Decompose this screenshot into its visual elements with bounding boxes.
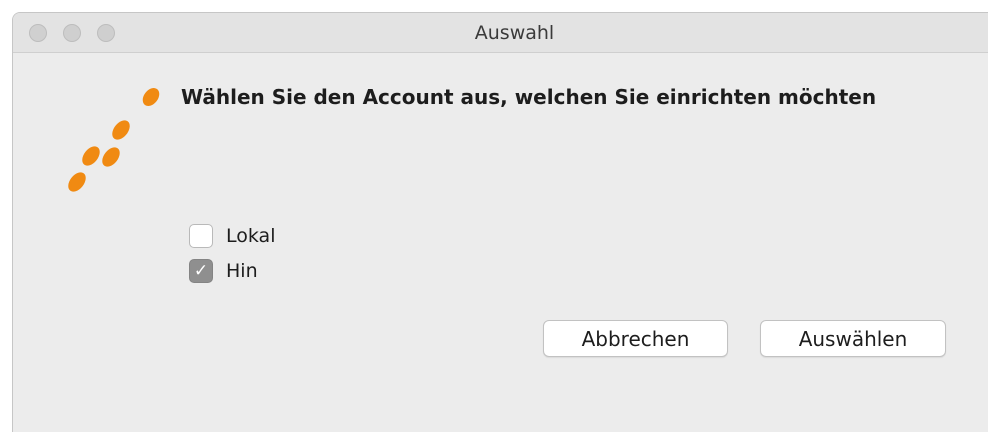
checkmark-icon: ✓ xyxy=(193,260,209,281)
option-label-hin: Hin xyxy=(226,260,258,282)
app-logo-icon xyxy=(68,88,160,192)
dialog-message: Wählen Sie den Account aus, welchen Sie … xyxy=(181,85,877,109)
option-hin[interactable]: ✓ Hin xyxy=(189,259,258,283)
option-lokal[interactable]: Lokal xyxy=(189,224,275,248)
title-bar[interactable]: Auswahl xyxy=(13,13,988,53)
hin-checkbox[interactable]: ✓ xyxy=(189,259,213,283)
option-label-lokal: Lokal xyxy=(226,225,276,247)
cancel-button[interactable]: Abbrechen xyxy=(543,320,728,357)
dialog-window: Auswahl Wählen Sie den Account aus, welc… xyxy=(12,12,988,432)
select-button[interactable]: Auswählen xyxy=(760,320,946,357)
window-title: Auswahl xyxy=(474,22,555,44)
lokal-checkbox[interactable] xyxy=(189,224,213,248)
